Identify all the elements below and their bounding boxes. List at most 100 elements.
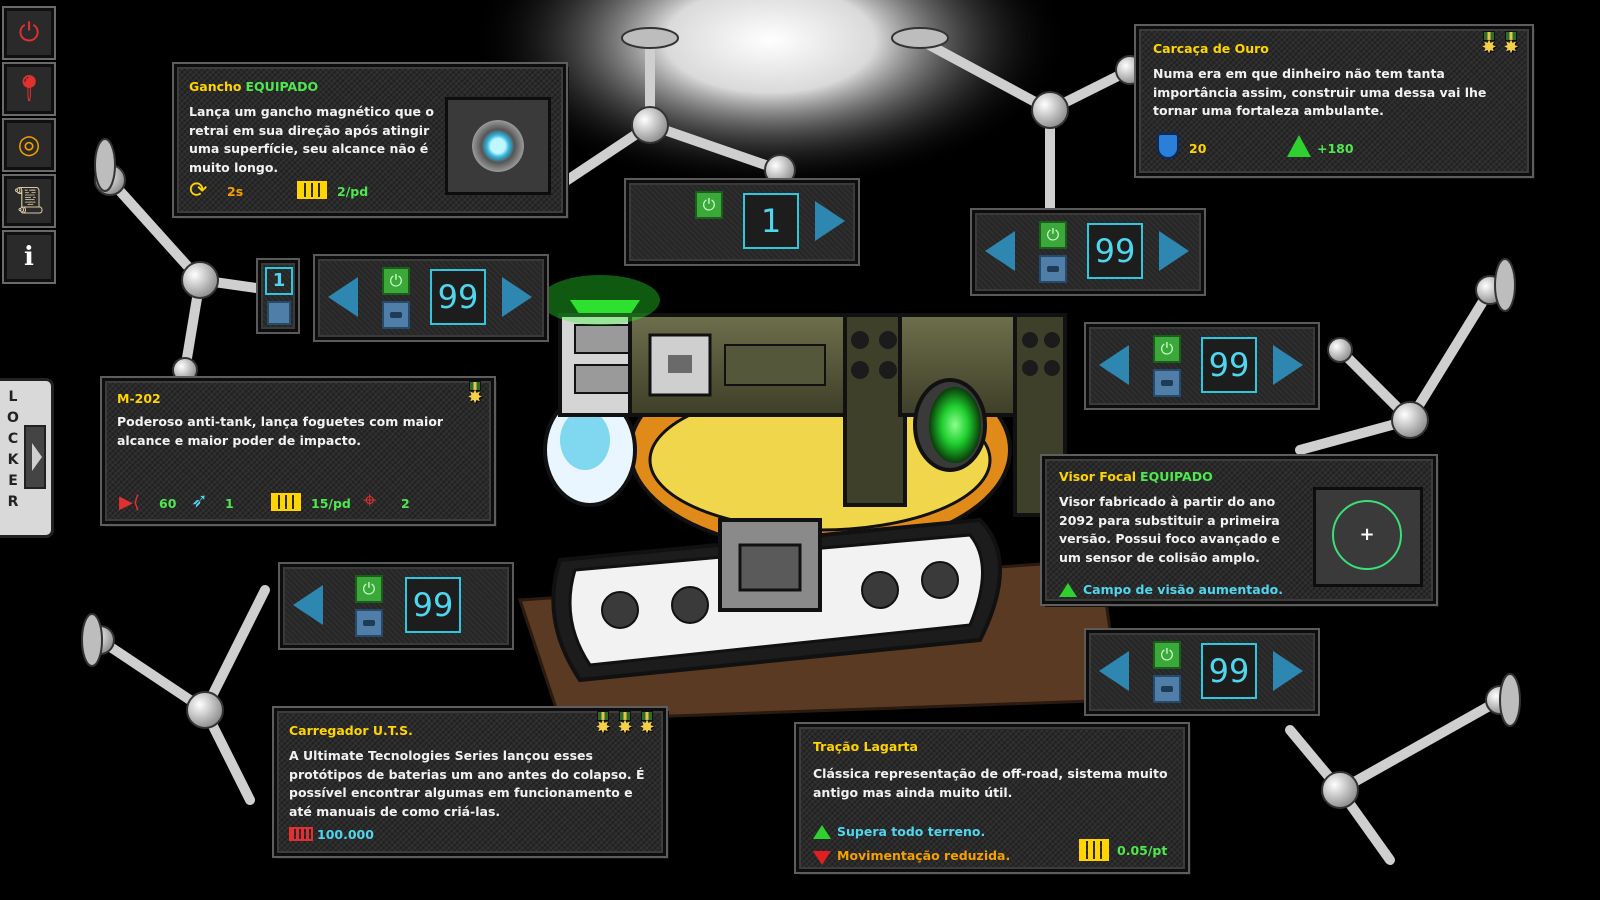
tracao-selector: ⏻ 99 <box>1084 628 1320 716</box>
shield-icon <box>1157 133 1179 159</box>
scroll-button[interactable]: 📜︎ <box>2 174 56 228</box>
carregador-price: 100.000 <box>317 827 374 842</box>
info-icon: i <box>24 242 34 272</box>
scope-icon: + <box>1332 500 1402 570</box>
projectile-icon: ➶ <box>191 488 208 512</box>
power-icon: ⏻ <box>702 195 716 214</box>
map-pin-icon: 📍︎ <box>12 74 46 104</box>
m202-energy: 15/pd <box>311 496 351 511</box>
toggle-power-button[interactable]: ⏻ <box>355 575 383 603</box>
visor-panel: Visor Focal EQUIPADO Visor fabricado à pa… <box>1040 454 1438 606</box>
tracao-panel: Tração Lagarta Clássica representação de… <box>794 722 1190 874</box>
gancho-energy: 2/pd <box>337 184 369 199</box>
medal-icon: ✸ <box>593 711 613 737</box>
tracao-con: Movimentação reduzida. <box>837 848 1011 863</box>
gancho-name: Gancho <box>189 79 242 94</box>
prev-arrow-button[interactable] <box>985 231 1015 271</box>
right-mid-selector: ⏻ 99 <box>1084 322 1320 410</box>
toggle-power-button[interactable]: ⏻ <box>695 191 723 219</box>
m202-medals: ✸ <box>465 381 485 407</box>
visor-equipped-badge: EQUIPADO <box>1140 469 1213 484</box>
locker-expand-arrow-icon <box>24 425 46 489</box>
m202-description: Poderoso anti-tank, lança foguetes com m… <box>117 414 444 448</box>
m202-precision: 2 <box>401 496 410 511</box>
gancho-panel: Gancho EQUIPADO Lança um gancho magnético… <box>172 62 568 218</box>
carcaca-title: Carcaça de Ouro <box>1153 41 1269 56</box>
visor-description: Visor fabricado à partir do ano 2092 par… <box>1059 494 1281 565</box>
carcaca-selector: ⏻ 99 <box>970 208 1206 296</box>
carcaca-description: Numa era em que dinheiro não tem tanta i… <box>1153 66 1487 118</box>
crosshair-icon: ⌖ <box>363 486 377 514</box>
toggle-power-button[interactable]: ⏻ <box>382 267 410 295</box>
carregador-title: Carregador U.T.S. <box>289 723 413 738</box>
locker-tab[interactable]: LOCKER <box>0 378 54 538</box>
toggle-power-button[interactable]: ⏻ <box>1153 335 1181 363</box>
visor-title: Visor Focal EQUIPADO <box>1059 469 1213 484</box>
carregador-medals: ✸ ✸ ✸ <box>593 711 657 737</box>
gancho-equipped-badge: EQUIPADO <box>245 79 319 94</box>
quantity-display: 99 <box>1201 337 1257 393</box>
con-down-icon <box>813 851 831 865</box>
toggle-power-button[interactable]: ⏻ <box>1153 641 1181 669</box>
prev-arrow-button[interactable] <box>293 585 323 625</box>
next-arrow-button[interactable] <box>502 277 532 317</box>
power-button[interactable]: ⏻ <box>2 6 56 60</box>
carregador-panel: Carregador U.T.S. ✸ ✸ ✸ A Ultimate Tecno… <box>272 706 668 858</box>
target-button[interactable]: ◎ <box>2 118 56 172</box>
tracao-description: Clássica representação de off-road, sist… <box>813 766 1168 800</box>
m202-selector: ⏻ 99 <box>278 562 514 650</box>
map-button[interactable]: 📍︎ <box>2 62 56 116</box>
medal-icon: ✸ <box>1479 31 1499 57</box>
visor-perk: Campo de visão aumentado. <box>1083 582 1283 597</box>
carcaca-panel: Carcaça de Ouro ✸ ✸ Numa era em que dinh… <box>1134 24 1534 178</box>
locker-label: LOCKER <box>7 389 19 510</box>
prev-arrow-button[interactable] <box>328 277 358 317</box>
medal-icon: ✸ <box>637 711 657 737</box>
slot-icon <box>1153 369 1181 397</box>
gancho-description: Lança um gancho magnético que o retrai e… <box>189 104 434 175</box>
quantity-display: 99 <box>405 577 461 633</box>
damage-icon: ▶︎⟨ <box>119 492 140 513</box>
slot-icon <box>382 301 410 329</box>
gancho-selector: ⏻ 99 <box>313 254 549 342</box>
toggle-power-button[interactable]: ⏻ <box>1039 221 1067 249</box>
carregador-description: A Ultimate Tecnologies Series lançou ess… <box>289 748 645 819</box>
scroll-icon: 📜︎ <box>12 186 46 216</box>
gancho-title: Gancho EQUIPADO <box>189 79 318 94</box>
visor-name: Visor Focal <box>1059 469 1137 484</box>
battery-icon <box>297 181 327 199</box>
top-center-selector: ⏻ 1 <box>624 178 860 266</box>
pro-up-icon <box>813 825 831 839</box>
carcaca-medals: ✸ ✸ <box>1479 31 1521 57</box>
power-icon: ⏻ <box>1046 225 1060 244</box>
magnetic-hook-icon <box>472 120 524 172</box>
next-arrow-button[interactable] <box>815 201 845 241</box>
quantity-display: 99 <box>1201 643 1257 699</box>
power-icon: ⏻ <box>362 579 376 598</box>
medal-icon: ✸ <box>465 381 485 407</box>
slot-icon <box>1153 675 1181 703</box>
gancho-item-preview <box>445 97 551 195</box>
price-icon <box>289 827 313 841</box>
m202-title: M-202 <box>117 391 161 406</box>
next-arrow-button[interactable] <box>1273 345 1303 385</box>
slot-icon <box>355 609 383 637</box>
tracao-energy: 0.05/pt <box>1117 843 1168 858</box>
tracao-title: Tração Lagarta <box>813 739 918 754</box>
prev-arrow-button[interactable] <box>1099 345 1129 385</box>
battery-icon <box>1079 839 1109 861</box>
info-button[interactable]: i <box>2 230 56 284</box>
quantity-display: 1 <box>743 193 799 249</box>
power-icon: ⏻ <box>389 271 403 290</box>
next-arrow-button[interactable] <box>1159 231 1189 271</box>
medal-icon: ✸ <box>615 711 635 737</box>
gancho-mini-selector: 1 <box>256 258 300 334</box>
cooldown-icon: ⟳ <box>189 178 208 203</box>
gancho-slot-icon <box>267 301 291 325</box>
power-icon: ⏻ <box>18 18 40 48</box>
gancho-mini-count: 1 <box>265 267 293 295</box>
next-arrow-button[interactable] <box>1273 651 1303 691</box>
prev-arrow-button[interactable] <box>1099 651 1129 691</box>
battery-icon <box>271 493 301 511</box>
power-icon: ⏻ <box>1160 339 1174 358</box>
